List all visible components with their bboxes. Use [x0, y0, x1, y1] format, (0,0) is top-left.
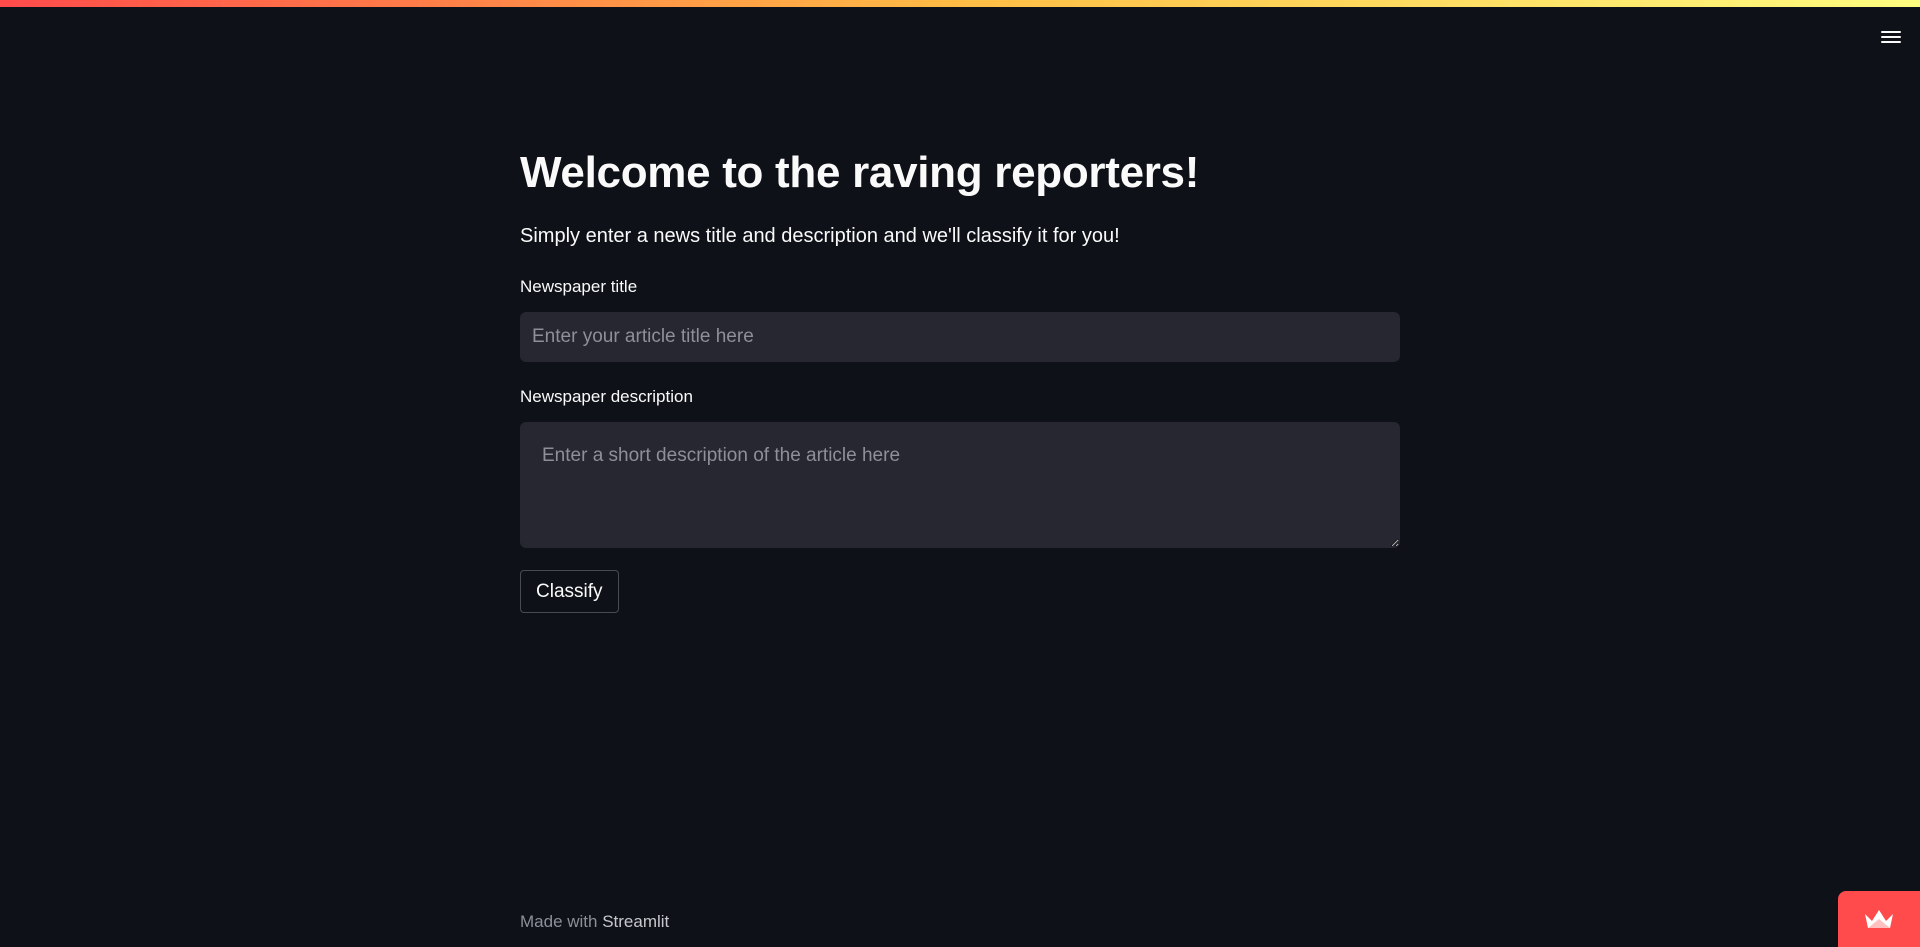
hamburger-menu-icon	[1881, 31, 1901, 43]
newspaper-description-textarea[interactable]	[520, 422, 1400, 548]
newspaper-title-input[interactable]	[520, 312, 1400, 362]
main-menu-button[interactable]	[1876, 24, 1906, 50]
page-title: Welcome to the raving reporters!	[520, 148, 1200, 197]
footer-prefix-text: Made with	[520, 912, 603, 931]
streamlit-badge-button[interactable]	[1838, 891, 1920, 947]
streamlit-link[interactable]: Streamlit	[602, 912, 669, 931]
streamlit-crown-icon	[1865, 910, 1893, 928]
header-decoration-bar	[0, 0, 1920, 7]
intro-text: Simply enter a news title and descriptio…	[520, 225, 1120, 247]
classify-button[interactable]: Classify	[520, 570, 619, 613]
description-field-label: Newspaper description	[520, 387, 693, 406]
footer: Made with Streamlit	[520, 911, 669, 933]
main-content: Welcome to the raving reporters! Simply …	[520, 140, 1400, 613]
title-field-label: Newspaper title	[520, 277, 638, 296]
